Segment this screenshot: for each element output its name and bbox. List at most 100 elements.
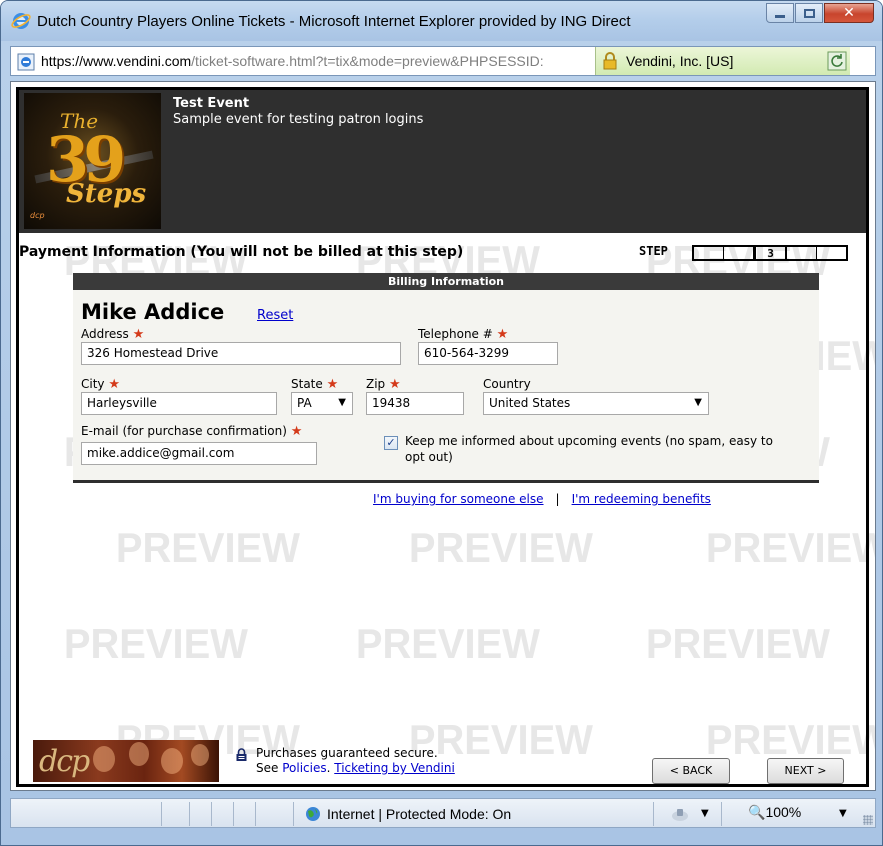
security-certificate[interactable]: Vendini, Inc. [US] [595,47,850,75]
dropdown-arrow-icon: ▼ [338,397,346,408]
state-value: PA [297,396,312,410]
state-label: State ★ [291,377,338,392]
maximize-button[interactable] [795,3,823,23]
chevron-down-icon[interactable]: ▼ [701,808,709,819]
state-select[interactable]: PA ▼ [291,392,353,415]
city-field[interactable]: Harleysville [81,392,277,415]
lock-icon [603,52,617,70]
address-bar[interactable]: https://www.vendini.com/ticket-software.… [10,46,876,76]
logo-decoration [191,744,209,766]
status-divider [255,802,256,826]
policies-link[interactable]: Policies [282,761,326,775]
event-subtitle: Sample event for testing patron logins [173,112,424,127]
required-star: ★ [108,377,121,392]
logo-decoration [93,746,115,772]
dcp-logo: dcp [33,740,219,782]
status-divider [161,802,162,826]
required-star: ★ [290,424,303,439]
address-label: Address ★ [81,327,144,342]
logo-text: dcp [39,744,90,779]
email-label: E-mail (for purchase confirmation) ★ [81,424,302,439]
country-select[interactable]: United States ▼ [483,392,709,415]
event-poster: The 39 Steps dcp [24,93,161,229]
dropdown-arrow-icon: ▼ [694,397,702,408]
zoom-level[interactable]: 🔍100% [748,804,801,821]
status-divider [293,802,294,826]
step-label: STEP [639,244,668,258]
required-star: ★ [326,377,339,392]
status-divider [233,802,234,826]
chevron-down-icon[interactable]: ▼ [839,808,847,819]
security-icon[interactable] [671,806,689,822]
link-separator: | [555,492,560,506]
poster-steps: Steps [66,179,147,209]
url-domain: vendini.com [116,53,192,69]
period-text: . [326,761,331,775]
next-button[interactable]: NEXT > [767,758,844,784]
redeeming-benefits-link[interactable]: I'm redeeming benefits [572,492,711,506]
step-indicator: 3 [692,245,848,261]
event-header: The 39 Steps dcp Test Event Sample event… [19,90,866,233]
status-divider [653,802,654,826]
zip-field[interactable]: 19438 [366,392,464,415]
newsletter-checkbox[interactable]: ✓ [384,436,398,450]
policies-line: See Policies. Ticketing by Vendini [256,761,455,776]
minimize-icon [775,14,785,18]
status-bar: Internet | Protected Mode: On ▼ 🔍100% ▼ [10,798,876,828]
page-content: PREVIEW PREVIEW PREVIEW PREVIEW PREVIEW … [10,81,876,791]
refresh-icon[interactable] [827,51,847,71]
certificate-name: Vendini, Inc. [US] [626,53,734,69]
security-info: Purchases guaranteed secure. See Policie… [256,746,455,776]
step-cell [787,247,817,259]
country-label: Country [483,377,531,391]
telephone-label-text: Telephone # [418,327,493,341]
security-zone[interactable]: Internet | Protected Mode: On [327,806,511,822]
billing-panel: Billing Information Mike Addice Reset Ad… [73,273,819,483]
city-label: City ★ [81,377,120,392]
step-cell [817,247,846,259]
newsletter-label[interactable]: Keep me informed about upcoming events (… [405,433,795,465]
close-icon: ✕ [843,5,855,21]
billing-title: Billing Information [73,273,819,290]
close-button[interactable]: ✕ [824,3,874,23]
padlock-icon [236,748,247,761]
buying-for-someone-else-link[interactable]: I'm buying for someone else [373,492,544,506]
url-path: /ticket-software.html?t=tix&mode=preview… [191,53,544,69]
ticketing-by-vendini-link[interactable]: Ticketing by Vendini [334,761,455,775]
alternate-links: I'm buying for someone else | I'm redeemin… [373,492,711,506]
payment-heading: Payment Information (You will not be bil… [19,244,464,260]
email-label-text: E-mail (for purchase confirmation) [81,424,287,438]
reset-link[interactable]: Reset [257,308,293,323]
status-divider [189,802,190,826]
maximize-icon [803,8,815,18]
status-divider [211,802,212,826]
zip-label-text: Zip [366,377,386,391]
telephone-field[interactable]: 610-564-3299 [418,342,558,365]
state-label-text: State [291,377,323,391]
poster-dcp: dcp [30,211,45,220]
back-button[interactable]: < BACK [652,758,730,784]
country-value: United States [489,396,571,410]
see-text: See [256,761,283,775]
page-icon [17,53,35,71]
zoom-value: 100% [765,804,802,820]
zip-label: Zip ★ [366,377,401,392]
required-star: ★ [389,377,401,392]
address-url[interactable]: https://www.vendini.com/ticket-software.… [41,53,544,69]
status-divider [721,802,722,826]
url-protocol: https://www. [41,53,117,69]
minimize-button[interactable] [766,3,794,23]
title-bar: Dutch Country Players Online Tickets - M… [1,1,882,41]
window-title: Dutch Country Players Online Tickets - M… [37,13,631,30]
secure-text: Purchases guaranteed secure. [256,746,438,760]
resize-grip[interactable] [863,815,873,825]
required-star: ★ [132,327,145,342]
logo-decoration [129,742,149,766]
address-field[interactable]: 326 Homestead Drive [81,342,401,365]
email-field[interactable]: mike.addice@gmail.com [81,442,317,465]
event-title: Test Event [173,96,250,111]
step-cell [724,247,754,259]
customer-name: Mike Addice [81,300,225,324]
city-label-text: City [81,377,105,391]
step-cell-current: 3 [754,245,787,261]
